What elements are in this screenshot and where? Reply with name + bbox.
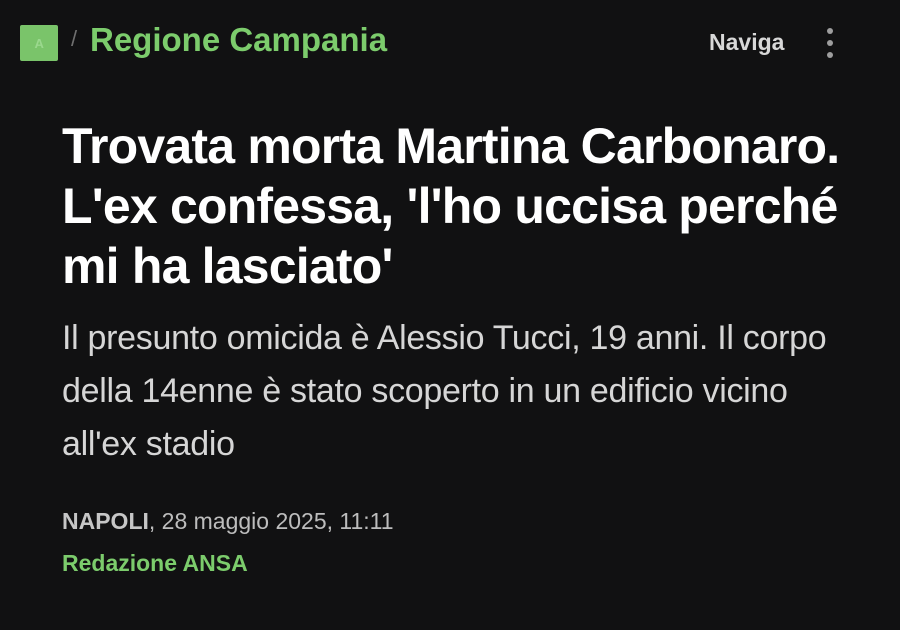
author-link[interactable]: Redazione ANSA	[62, 550, 248, 577]
top-bar: A / Regione Campania Naviga	[0, 0, 900, 86]
article-summary: Il presunto omicida è Alessio Tucci, 19 …	[62, 319, 827, 463]
article-dateline: NAPOLI, 28 maggio 2025, 11:11	[62, 508, 394, 535]
breadcrumb-separator: /	[71, 26, 78, 51]
more-vertical-icon[interactable]	[822, 27, 838, 59]
dateline-date: , 28 maggio 2025, 11:11	[148, 508, 394, 534]
logo-mark: A	[34, 35, 44, 51]
naviga-button[interactable]: Naviga	[709, 29, 784, 56]
breadcrumb-section-link[interactable]: Regione Campania	[90, 21, 387, 59]
article-headline: Trovata morta Martina Carbonaro. L'ex co…	[62, 118, 840, 294]
dateline-city: NAPOLI	[62, 508, 149, 534]
ansa-logo-icon[interactable]: A	[20, 25, 58, 61]
